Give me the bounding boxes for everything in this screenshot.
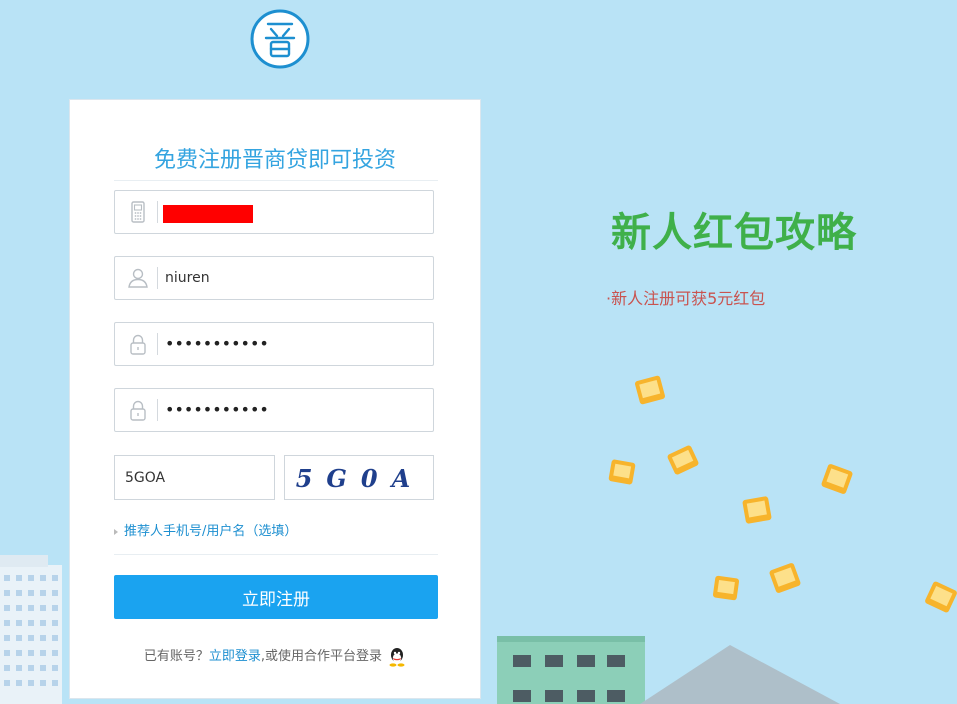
user-icon (128, 268, 148, 288)
captcha-field[interactable] (114, 455, 275, 500)
footer-prefix: 已有账号？ (143, 649, 209, 664)
confirm-password-input[interactable]: ••••••••••• (165, 400, 269, 419)
lock-icon (130, 400, 146, 421)
caret-right-icon (114, 528, 118, 535)
qq-icon[interactable] (388, 647, 406, 667)
footer-suffix: ,或使用合作平台登录 (260, 649, 383, 664)
register-button[interactable]: 立即注册 (114, 575, 438, 619)
phone-icon (131, 201, 145, 223)
green-building (497, 636, 645, 704)
field-separator (157, 399, 158, 421)
phone-redacted-value (163, 205, 253, 223)
field-separator (157, 201, 158, 223)
captcha-input[interactable] (125, 464, 265, 492)
username-field[interactable] (114, 256, 434, 300)
register-card: 免费注册晋商贷即可投资 ••••••••••• (69, 99, 481, 699)
register-title: 免费注册晋商贷即可投资 (153, 148, 396, 173)
phone-field[interactable] (114, 190, 434, 234)
divider (114, 554, 438, 555)
password-field[interactable]: ••••••••••• (114, 322, 434, 366)
promo-subtitle: ·新人注册可获5元红包 (606, 289, 766, 308)
captcha-image-graphic: 5G0A (285, 456, 433, 499)
password-input[interactable]: ••••••••••• (165, 334, 269, 353)
title-divider (114, 180, 438, 181)
promo-title: 新人红包攻略 (611, 210, 857, 256)
referrer-label: 推荐人手机号/用户名（选填） (124, 524, 298, 539)
captcha-text: 5G0A (296, 464, 425, 493)
captcha-image[interactable]: 5G0A (284, 455, 434, 500)
lock-icon (130, 334, 146, 355)
login-footer: 已有账号？立即登录,或使用合作平台登录 (70, 645, 480, 667)
login-link[interactable]: 立即登录 (209, 649, 261, 664)
username-input[interactable] (165, 263, 420, 293)
field-separator (157, 267, 158, 289)
field-separator (157, 333, 158, 355)
left-building (0, 555, 62, 704)
referrer-toggle[interactable]: 推荐人手机号/用户名（选填） (114, 520, 297, 539)
jin-logo-icon[interactable] (249, 8, 311, 70)
confirm-password-field[interactable]: ••••••••••• (114, 388, 434, 432)
